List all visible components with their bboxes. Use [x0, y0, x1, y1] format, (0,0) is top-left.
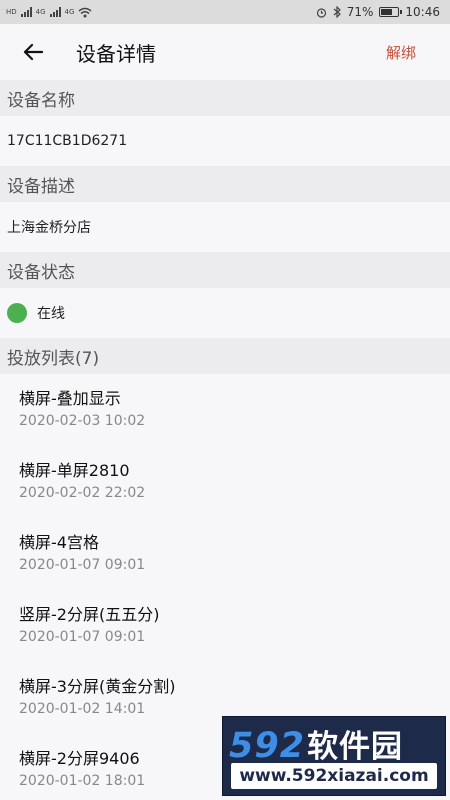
list-item-date: 2020-02-02 22:02 — [19, 485, 146, 501]
hd-indicator: HD — [6, 7, 17, 16]
list-item-name: 横屏-3分屏(黄金分割) — [19, 677, 176, 696]
list-item[interactable]: 竖屏-2分屏(五五分) 2020-01-07 09:01 — [0, 590, 450, 662]
signal-icon-2 — [49, 7, 61, 17]
battery-icon — [379, 7, 403, 17]
list-item-date: 2020-01-07 09:01 — [19, 629, 146, 645]
unbind-button[interactable]: 解绑 — [386, 42, 416, 63]
list-item-name: 竖屏-2分屏(五五分) — [19, 605, 160, 624]
status-bar: HD 4G 4G 71% 10:46 — [0, 0, 450, 24]
signal-icon — [20, 7, 32, 17]
list-item-name: 横屏-叠加显示 — [19, 389, 121, 408]
online-status-dot — [7, 303, 27, 323]
section-header-device-status: 设备状态 — [0, 252, 450, 288]
list-item-name: 横屏-4宫格 — [19, 533, 99, 552]
wifi-icon — [78, 7, 92, 17]
watermark-number: 592 — [229, 726, 306, 766]
device-status-value: 在线 — [37, 306, 65, 322]
alarm-icon — [316, 7, 326, 18]
device-status-row: 在线 — [0, 288, 450, 338]
section-header-device-description: 设备描述 — [0, 166, 450, 202]
list-item[interactable]: 横屏-叠加显示 2020-02-03 10:02 — [0, 374, 450, 446]
device-description-value: 上海金桥分店 — [0, 202, 450, 252]
list-item-name: 横屏-单屏2810 — [19, 461, 130, 480]
list-item[interactable]: 横屏-单屏2810 2020-02-02 22:02 — [0, 446, 450, 518]
watermark-brand: 软件园 — [307, 729, 404, 765]
device-name-value: 17C11CB1D6271 — [0, 116, 450, 166]
section-header-device-name: 设备名称 — [0, 80, 450, 116]
site-watermark: 592软件园 www.592xiazai.com — [222, 716, 446, 796]
list-item[interactable]: 横屏-4宫格 2020-01-07 09:01 — [0, 518, 450, 590]
watermark-url: www.592xiazai.com — [231, 763, 437, 789]
app-bar: 设备详情 解绑 — [0, 24, 450, 80]
network-type-label: 4G — [35, 7, 46, 16]
page-title: 设备详情 — [76, 41, 156, 66]
network-type-label-2: 4G — [64, 7, 75, 16]
clock-time: 10:46 — [405, 5, 440, 19]
section-header-playlist: 投放列表(7) — [0, 338, 450, 374]
list-item-date: 2020-02-03 10:02 — [19, 413, 146, 429]
back-button[interactable] — [18, 37, 48, 67]
list-item-date: 2020-01-07 09:01 — [19, 557, 146, 573]
watermark-logo: 592软件园 — [229, 721, 403, 766]
battery-percent: 71% — [346, 5, 374, 19]
bluetooth-icon — [333, 6, 341, 18]
arrow-left-icon — [23, 43, 43, 61]
